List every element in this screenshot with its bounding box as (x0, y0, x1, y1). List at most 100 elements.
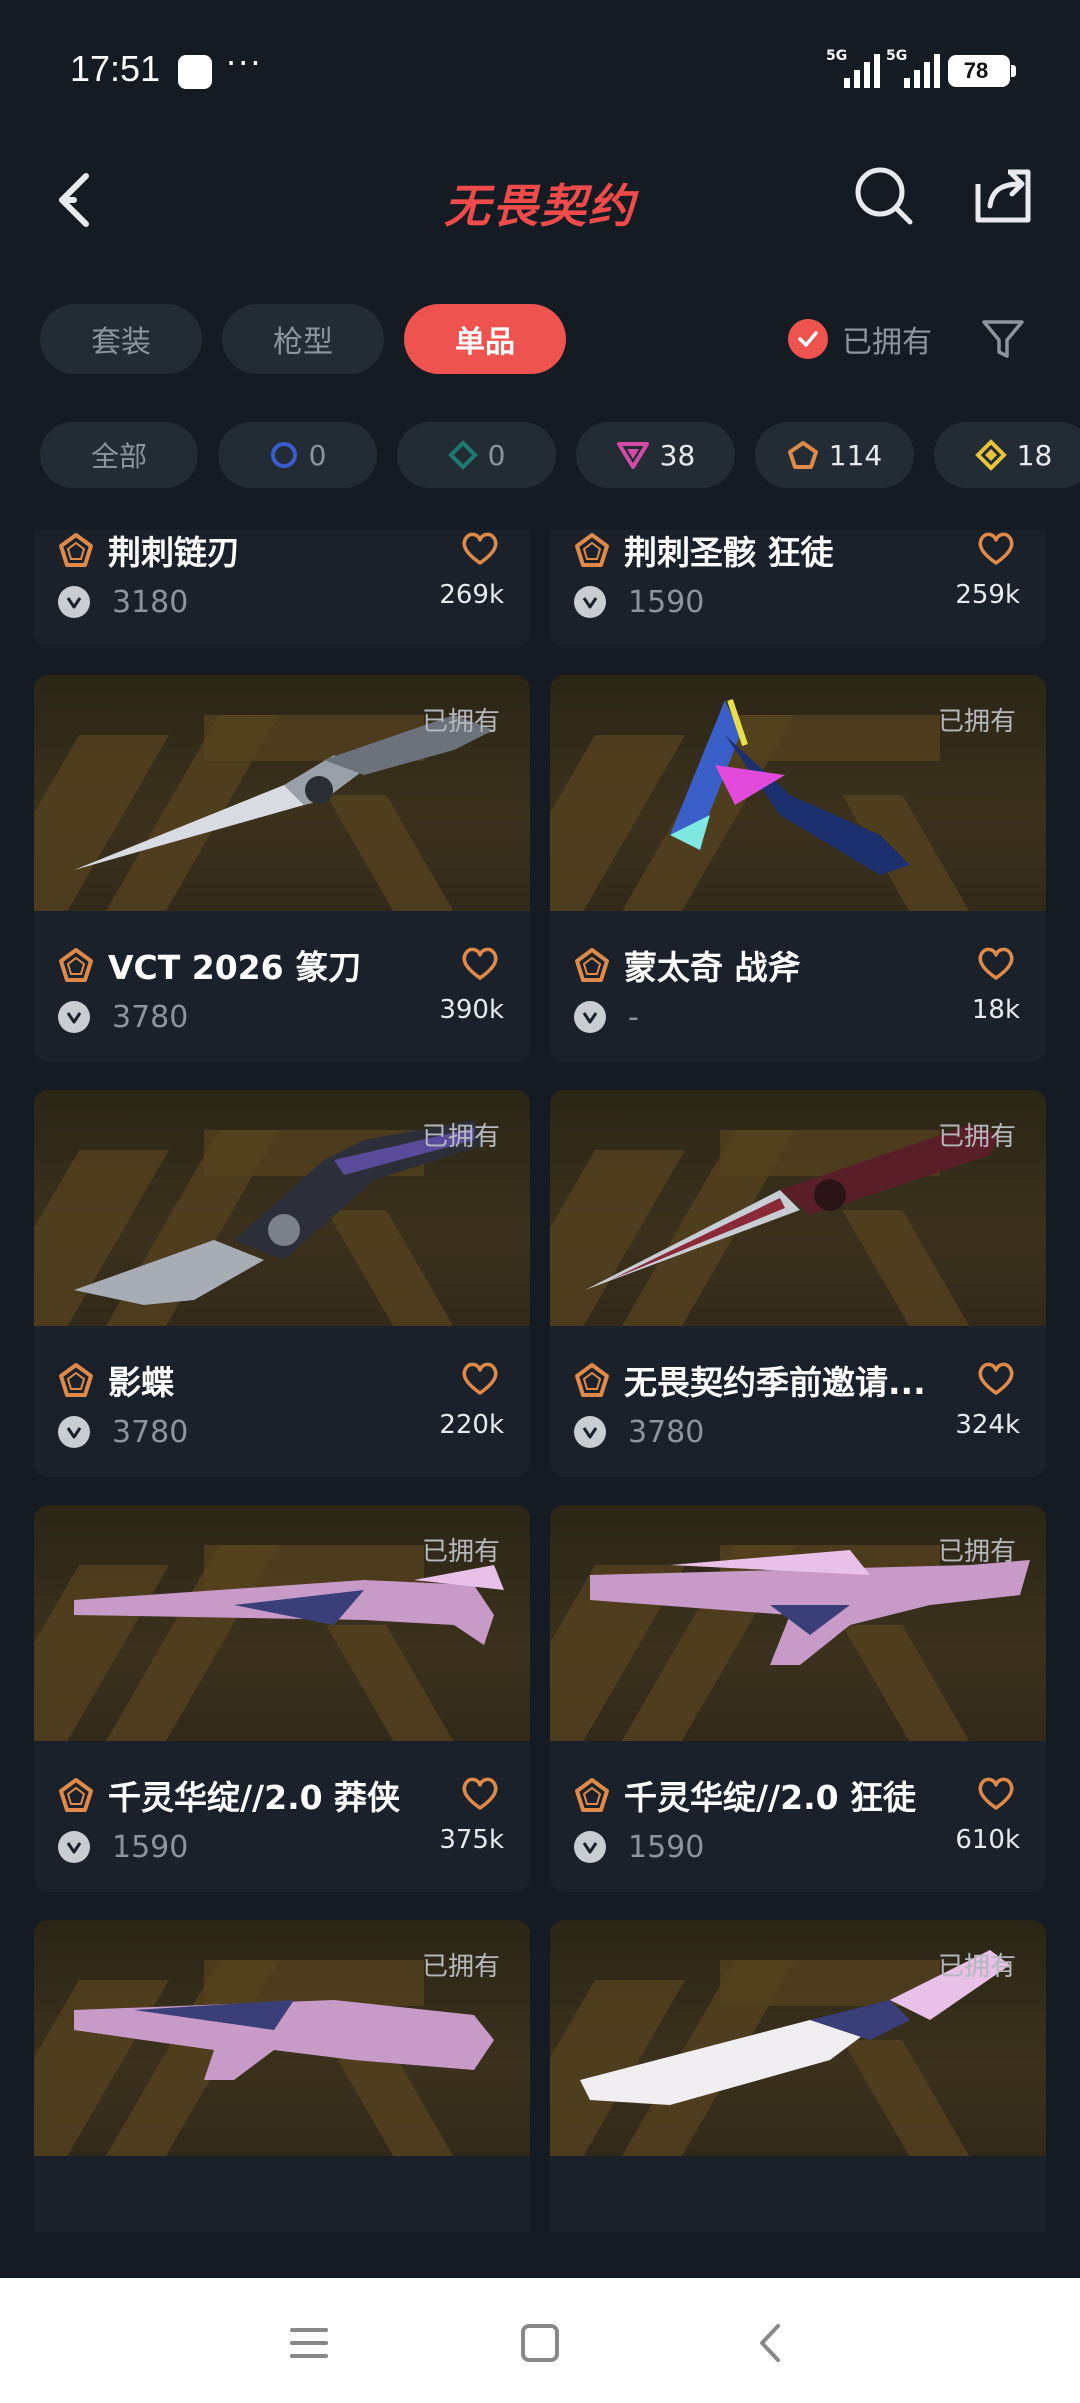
battery-level: 78 (963, 58, 989, 83)
heart-icon[interactable] (976, 1360, 1016, 1396)
heart-icon[interactable] (460, 1775, 500, 1811)
chip-count: 0 (308, 438, 327, 472)
system-nav-bar (0, 2278, 1080, 2403)
notification-icon (178, 55, 212, 89)
vp-currency-icon (58, 1416, 90, 1448)
heart-icon[interactable] (460, 530, 500, 566)
item-price: 3780 (112, 999, 189, 1035)
item-image: 已拥有 (550, 1090, 1046, 1326)
item-image: 已拥有 (550, 675, 1046, 911)
item-image: 已拥有 (34, 675, 530, 911)
exclusive-tier-icon (575, 533, 609, 567)
chip-count: 38 (659, 438, 696, 472)
item-card[interactable]: 已拥有 (34, 1920, 530, 2232)
heart-icon[interactable] (976, 945, 1016, 981)
exclusive-tier-icon (575, 1363, 609, 1397)
item-likes: 18k (971, 995, 1020, 1025)
chip-select-tier[interactable]: 0 (218, 422, 377, 488)
status-time: 17:51 (70, 48, 161, 89)
home-icon[interactable] (515, 2318, 565, 2368)
owned-tag: 已拥有 (421, 1952, 500, 1982)
item-price-row: - (574, 997, 639, 1037)
item-card[interactable]: 已拥有 无畏契约季前邀请... 3780 324k (550, 1090, 1046, 1477)
chip-count: 18 (1016, 438, 1053, 472)
owned-tag: 已拥有 (937, 1122, 1016, 1152)
item-likes: 259k (955, 580, 1020, 610)
item-price: 1590 (112, 1829, 189, 1865)
item-name: 荆刺链刃 (108, 533, 240, 572)
exclusive-tier-icon (59, 1363, 93, 1397)
exclusive-tier-icon (787, 441, 818, 469)
item-name: 千灵华绽//2.0 莽侠 (108, 1778, 401, 1817)
item-card[interactable]: 已拥有 VCT 2026 篆刀 3780 390k (34, 675, 530, 1062)
tab-bundles[interactable]: 套装 (40, 304, 202, 374)
item-price-row: 1590 (58, 1827, 188, 1867)
item-name: VCT 2026 篆刀 (108, 948, 362, 987)
item-price: 3780 (628, 1414, 705, 1450)
item-name: 千灵华绽//2.0 狂徒 (624, 1778, 917, 1817)
item-price-row: 3780 (58, 1412, 188, 1452)
premium-tier-icon (616, 442, 649, 469)
item-name-row: 蒙太奇 战斧 (574, 943, 1022, 987)
vp-currency-icon (574, 1001, 606, 1033)
item-likes: 220k (439, 1410, 504, 1440)
chip-exclusive-tier[interactable]: 114 (755, 422, 914, 488)
owned-tag: 已拥有 (937, 1537, 1016, 1567)
tab-weapon-types[interactable]: 枪型 (222, 304, 384, 374)
filter-icon[interactable] (980, 316, 1026, 362)
item-name: 无畏契约季前邀请... (624, 1363, 926, 1402)
item-likes: 610k (955, 1825, 1020, 1855)
owned-filter-label: 已拥有 (842, 325, 932, 360)
item-image: 已拥有 (550, 1920, 1046, 2156)
owned-filter-toggle[interactable]: 已拥有 (788, 316, 932, 362)
heart-icon[interactable] (976, 1775, 1016, 1811)
heart-icon[interactable] (460, 1360, 500, 1396)
item-card[interactable]: 已拥有 (550, 1920, 1046, 2232)
search-icon[interactable] (848, 160, 918, 230)
owned-tag: 已拥有 (937, 1952, 1016, 1982)
item-name: 荆刺圣骸 狂徒 (624, 533, 834, 572)
item-likes: 324k (955, 1410, 1020, 1440)
item-card[interactable]: 已拥有 影蝶 3780 220k (34, 1090, 530, 1477)
status-bar: 17:51 ··· 5G 5G 78 (0, 0, 1080, 130)
heart-icon[interactable] (976, 530, 1016, 566)
vp-currency-icon (574, 1416, 606, 1448)
more-notifications-icon: ··· (226, 44, 263, 82)
exclusive-tier-icon (59, 948, 93, 982)
chip-deluxe-tier[interactable]: 0 (397, 422, 556, 488)
item-card[interactable]: 已拥有 千灵华绽//2.0 莽侠 1590 375k (34, 1505, 530, 1892)
ultra-tier-icon (974, 439, 1007, 471)
menu-icon[interactable] (284, 2318, 334, 2368)
item-price: 1590 (628, 584, 705, 620)
tab-single-items[interactable]: 单品 (404, 304, 566, 374)
chip-ultra-tier[interactable]: 18 (934, 422, 1080, 488)
item-card[interactable]: 已拥有 蒙太奇 战斧 - 18k (550, 675, 1046, 1062)
item-name-row: VCT 2026 篆刀 (58, 943, 506, 987)
chip-all-label: 全部 (90, 440, 147, 473)
item-price-row: 1590 (574, 582, 704, 622)
item-name-row: 千灵华绽//2.0 狂徒 (574, 1773, 1022, 1817)
checkmark-icon (788, 319, 828, 359)
back-nav-icon[interactable] (746, 2318, 796, 2368)
item-card[interactable]: 荆刺圣骸 狂徒 1590 259k (550, 530, 1046, 647)
owned-tag: 已拥有 (421, 1537, 500, 1567)
rarity-filter-chips: 全部 0 0 38 114 18 (40, 422, 1080, 488)
item-likes: 269k (439, 580, 504, 610)
share-icon[interactable] (968, 160, 1038, 230)
category-tabs: 套装 枪型 单品 (40, 304, 566, 374)
exclusive-tier-icon (59, 533, 93, 567)
item-image: 已拥有 (34, 1920, 530, 2156)
item-image: 已拥有 (34, 1505, 530, 1741)
item-name-row: 荆刺链刃 (58, 530, 506, 572)
item-name-row: 影蝶 (58, 1358, 506, 1402)
vp-currency-icon (58, 1001, 90, 1033)
item-card[interactable]: 已拥有 千灵华绽//2.0 狂徒 1590 610k (550, 1505, 1046, 1892)
exclusive-tier-icon (575, 948, 609, 982)
item-image: 已拥有 (34, 1090, 530, 1326)
chip-premium-tier[interactable]: 38 (576, 422, 735, 488)
item-card[interactable]: 荆刺链刃 3180 269k (34, 530, 530, 647)
page-title: 无畏契约 (444, 179, 636, 233)
chip-all[interactable]: 全部 (40, 422, 198, 488)
heart-icon[interactable] (460, 945, 500, 981)
item-name: 影蝶 (108, 1363, 174, 1402)
